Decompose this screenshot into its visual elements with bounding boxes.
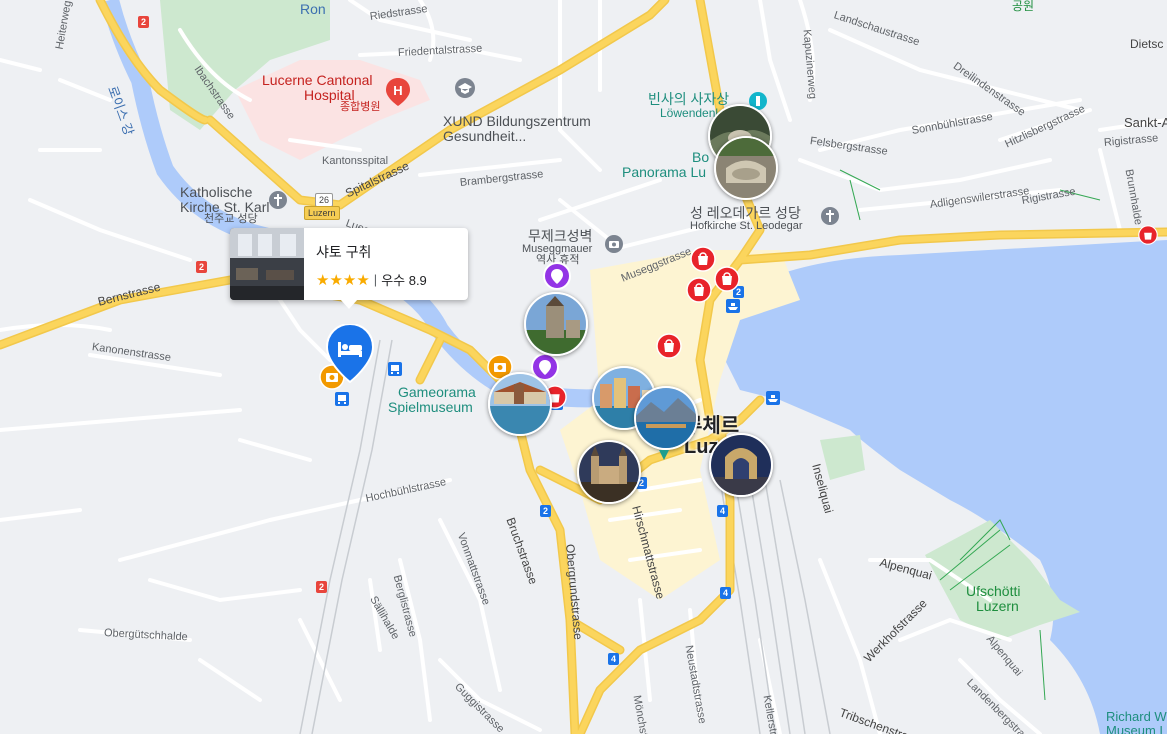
poi-bourbaki-name-2: Panorama Lu <box>622 163 707 180</box>
star-rating-icon: ★★★★ <box>316 271 370 289</box>
route-shield: 2 <box>540 505 552 517</box>
bus-stop-icon[interactable] <box>388 362 402 381</box>
hotel-info: 샤토 구취 ★★★★ | 우수 8.9 <box>304 228 427 300</box>
photo-marker-station-arch[interactable] <box>709 433 773 497</box>
poi-hospital-name-3: 종합병원 <box>340 101 381 114</box>
label-ron: Ron <box>300 1 326 17</box>
poi-hospital-name-1: Lucerne Cantonal <box>262 72 373 88</box>
hotel-info-card[interactable]: 샤토 구취 ★★★★ | 우수 8.9 <box>230 228 468 300</box>
poi-bourbaki[interactable]: Bo Panorama Lu <box>622 150 709 179</box>
poi-xund-name-2: Gesundheit... <box>443 127 527 144</box>
poi-musegg-name-1: 무제크성벽 <box>528 228 593 244</box>
shopping-pin[interactable] <box>1138 225 1158 250</box>
poi-richard-wagner[interactable]: Richard W Museum Lu <box>1106 710 1167 734</box>
label-dietsch: Dietsc <box>1130 37 1164 51</box>
route-shield: 4 <box>608 653 620 665</box>
route-shield: 2 <box>316 581 328 593</box>
hotel-pin[interactable] <box>325 322 375 389</box>
poi-hospital[interactable]: Lucerne Cantonal Hospital 종합병원 <box>262 73 380 114</box>
route-shield: 4 <box>720 587 732 599</box>
route-shield: 4 <box>717 505 729 517</box>
poi-hofkirche[interactable]: 성 레오데가르 성당 Hofkirche St. Leodegar <box>690 206 803 232</box>
photo-marker-lion-statue[interactable] <box>714 136 778 200</box>
route-shield: 2 <box>196 261 208 273</box>
church-icon-hofkirche[interactable] <box>820 206 840 231</box>
school-icon[interactable] <box>454 77 476 104</box>
route-sign-luzern: Luzern <box>304 206 340 220</box>
photo-marker-hofkirche[interactable] <box>577 440 641 504</box>
poi-church-karl-name-3: 천주교 성당 <box>204 213 258 226</box>
shopping-pin[interactable] <box>656 333 682 364</box>
hotel-card-pointer <box>340 299 358 309</box>
label-sankt: Sankt-A <box>1124 115 1167 130</box>
photo-marker-lake-view[interactable] <box>634 386 698 450</box>
shopping-pin[interactable] <box>686 277 712 308</box>
hotel-rating-label: 우수 8.9 <box>381 273 427 288</box>
poi-richard-name-2: Museum Lu <box>1106 722 1167 734</box>
svg-text:H: H <box>393 83 402 98</box>
label-park: 공원 <box>1012 0 1035 13</box>
location-marker-icon <box>658 448 670 467</box>
poi-ufschoetti-name-2: Luzern <box>976 597 1019 614</box>
church-icon[interactable] <box>268 190 288 215</box>
poi-richard-name-1: Richard W <box>1106 709 1167 724</box>
photo-marker-musegg[interactable] <box>524 292 588 356</box>
poi-ufschoetti[interactable]: Ufschötti Luzern <box>966 584 1020 613</box>
hotel-thumbnail <box>230 228 304 300</box>
ferry-icon[interactable] <box>766 391 780 410</box>
shopping-pin[interactable] <box>690 246 716 277</box>
poi-lion-name-1: 빈사의 사자상 <box>648 91 730 107</box>
shopping-pin[interactable] <box>714 266 740 297</box>
hotel-rating: ★★★★ | 우수 8.9 <box>316 270 427 289</box>
label-kantonsspital: Kantonsspital <box>322 155 389 167</box>
poi-gameorama-name-2: Spielmuseum <box>388 398 473 415</box>
rating-divider: | <box>373 272 378 287</box>
poi-bourbaki-name-1: Bo <box>692 149 710 165</box>
poi-xund-name-1: XUND Bildungszentrum <box>443 113 591 129</box>
hotel-name[interactable]: 샤토 구취 <box>316 242 427 262</box>
route-shield: 26 <box>315 193 334 207</box>
map-canvas[interactable]: Ron Riedstrasse Heiterweg Ibachstrasse F… <box>0 0 1167 734</box>
poi-xund[interactable]: XUND Bildungszentrum Gesundheit... <box>443 114 591 143</box>
camera-icon-musegg[interactable] <box>604 234 624 259</box>
route-shield: 2 <box>138 16 150 28</box>
ferry-icon[interactable] <box>726 299 740 318</box>
poi-hofkirche-name-2: Hofkirche St. Leodegar <box>690 219 803 232</box>
poi-ufschoetti-name-1: Ufschötti <box>966 583 1021 599</box>
poi-hofkirche-name-1: 성 레오데가르 성당 <box>690 205 801 221</box>
hospital-icon[interactable]: H <box>386 78 410 111</box>
photo-marker-chapel-bridge[interactable] <box>488 372 552 436</box>
poi-gameorama-name-1: Gameorama <box>398 384 476 400</box>
poi-church-karl[interactable]: Katholische Kirche St. Karl 천주교 성당 <box>180 185 269 226</box>
poi-gameorama[interactable]: Gameorama Spielmuseum <box>388 384 476 414</box>
poi-church-karl-name-1: Katholische <box>180 184 253 200</box>
